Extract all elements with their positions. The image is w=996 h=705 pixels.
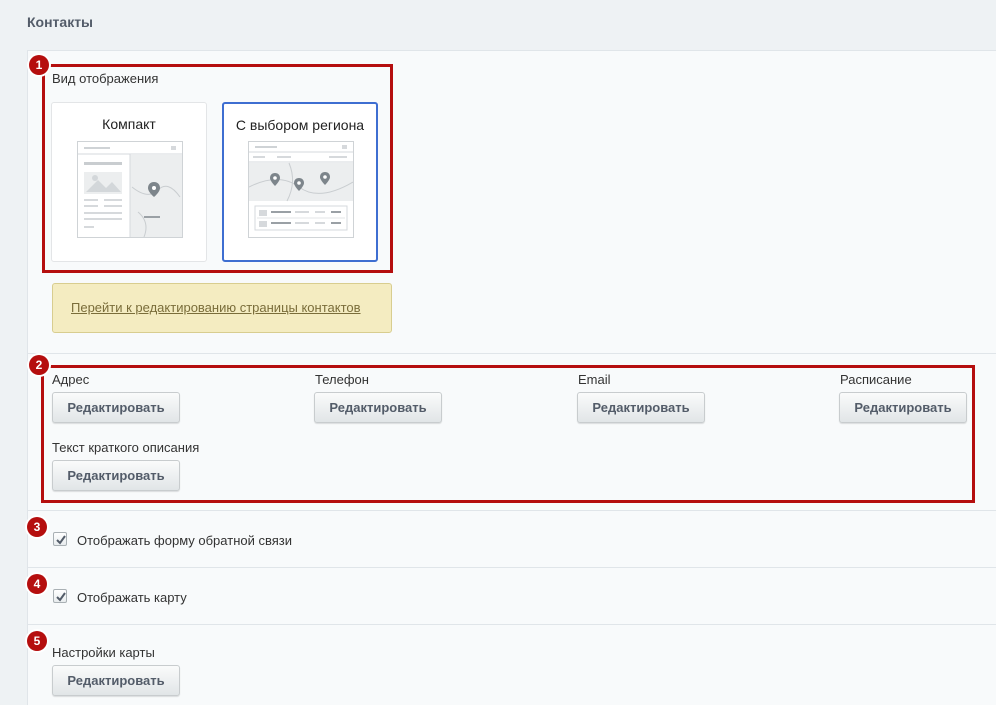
divider xyxy=(28,624,996,625)
show-map-label: Отображать карту xyxy=(77,590,187,605)
edit-contacts-page-link[interactable]: Перейти к редактированию страницы контак… xyxy=(71,300,361,315)
divider xyxy=(28,353,996,354)
page-title: Контакты xyxy=(27,14,94,30)
annotation-box-2 xyxy=(41,365,975,503)
checkmark-icon xyxy=(56,592,66,602)
annotation-badge-5: 5 xyxy=(27,631,47,651)
divider xyxy=(28,567,996,568)
annotation-box-1 xyxy=(42,64,393,273)
feedback-form-label: Отображать форму обратной связи xyxy=(77,533,292,548)
checkmark-icon xyxy=(56,535,66,545)
map-settings-label: Настройки карты xyxy=(52,645,155,660)
edit-map-settings-button[interactable]: Редактировать xyxy=(52,665,180,696)
edit-contacts-page-box: Перейти к редактированию страницы контак… xyxy=(52,283,392,333)
divider xyxy=(28,510,996,511)
annotation-badge-1: 1 xyxy=(29,55,49,75)
annotation-badge-4: 4 xyxy=(27,574,47,594)
show-map-checkbox[interactable] xyxy=(53,589,67,603)
annotation-badge-2: 2 xyxy=(29,355,49,375)
feedback-form-checkbox[interactable] xyxy=(53,532,67,546)
annotation-badge-3: 3 xyxy=(27,517,47,537)
